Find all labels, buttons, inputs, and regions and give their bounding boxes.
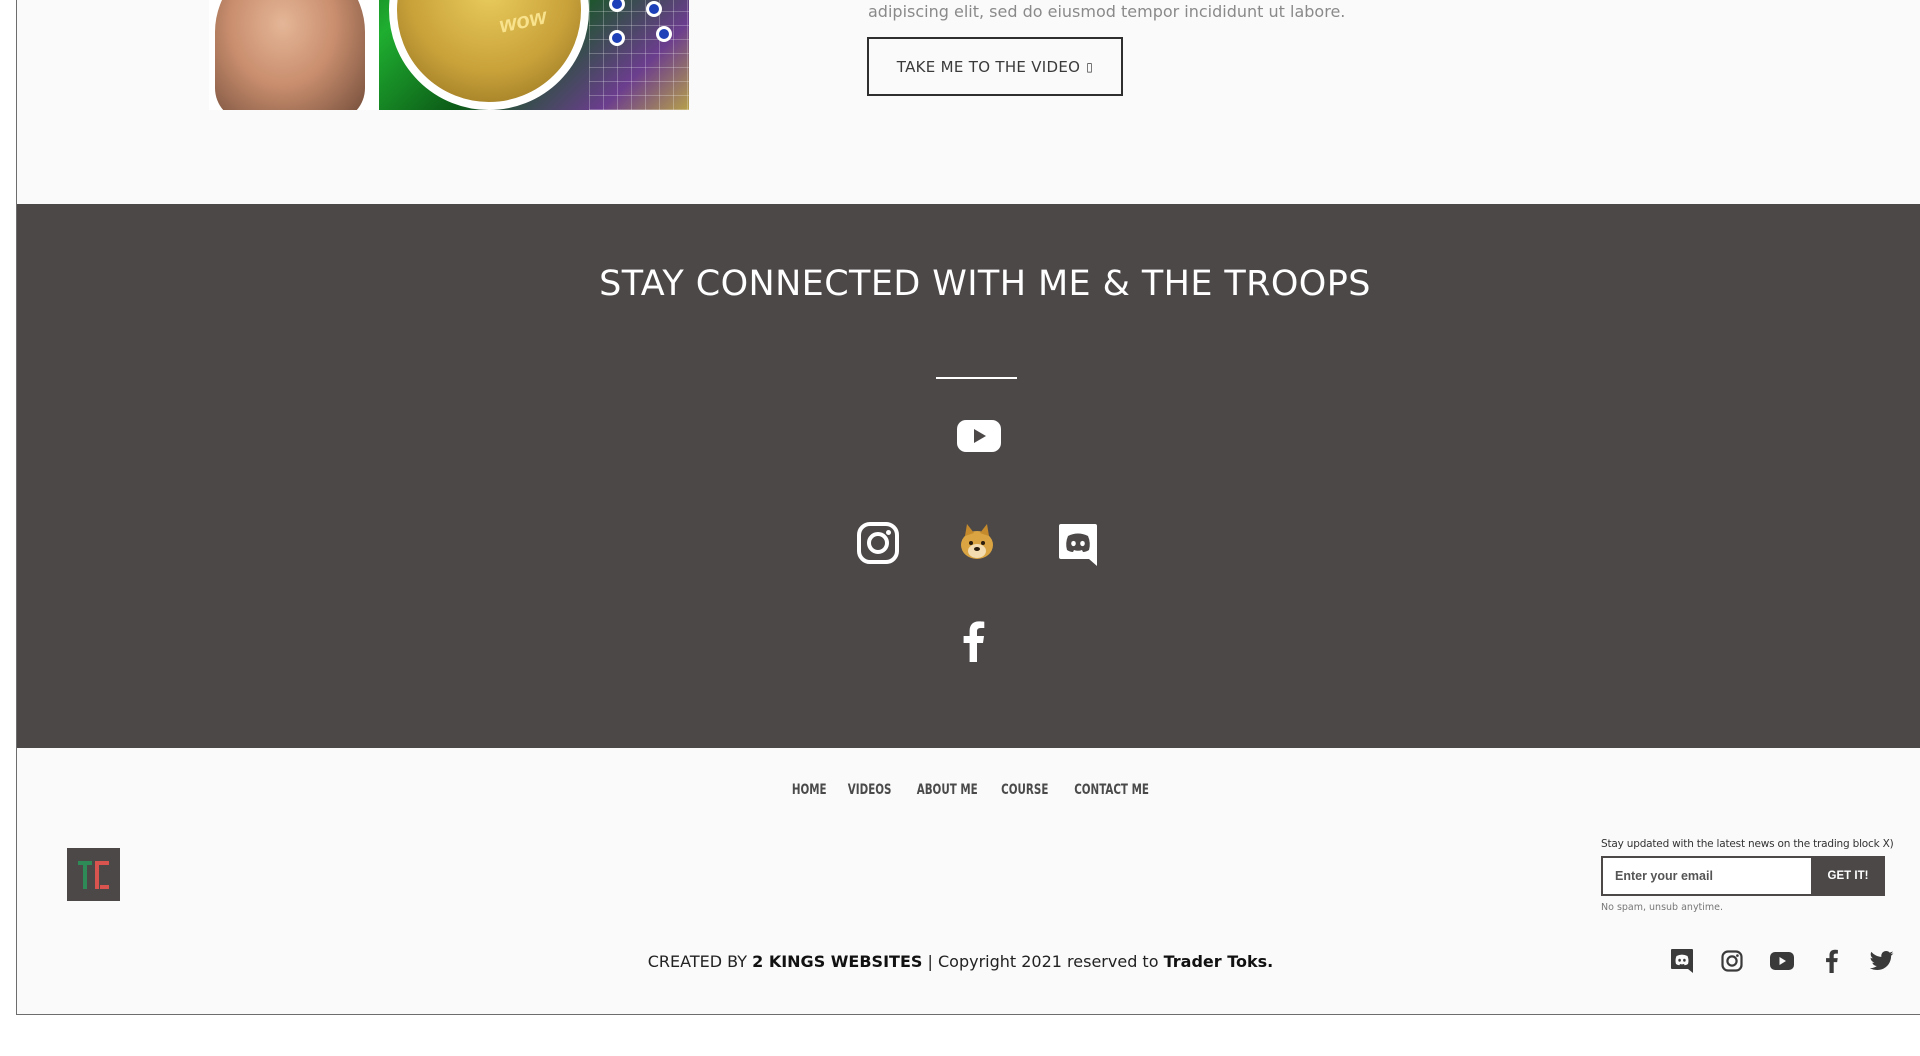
thumbnail-person: [215, 0, 365, 110]
newsletter-label: Stay updated with the latest news on the…: [1601, 838, 1894, 850]
email-field[interactable]: [1601, 856, 1811, 896]
nav-course[interactable]: COURSE: [1001, 782, 1048, 798]
discord-icon[interactable]: [1657, 948, 1707, 974]
nav-home[interactable]: HOME: [792, 782, 827, 798]
newsletter-input-row: GET IT!: [1601, 856, 1905, 896]
credits-prefix: CREATED BY: [647, 952, 748, 971]
thumbnail-chart-grid: [589, 0, 689, 110]
instagram-icon[interactable]: [857, 522, 899, 564]
thumbnail-dot: [646, 1, 662, 17]
promo-description: adipiscing elit, sed do eiusmod tempor i…: [868, 2, 1346, 21]
thumbnail-dot: [656, 26, 672, 42]
thumbnail-dot: [609, 30, 625, 46]
nav-videos[interactable]: VIDEOS: [847, 782, 891, 798]
twitter-icon[interactable]: [1857, 948, 1907, 974]
facebook-icon[interactable]: [1807, 948, 1857, 974]
discord-icon[interactable]: [1057, 522, 1099, 568]
site-logo[interactable]: [67, 848, 120, 901]
doge-icon[interactable]: [957, 522, 997, 562]
page-frame: wow adipiscing elit, sed do eiusmod temp…: [16, 0, 1920, 1015]
footer-nav: HOME VIDEOS ABOUT ME COURSE CONTACT ME: [17, 782, 1920, 798]
video-thumbnail[interactable]: wow: [209, 0, 689, 110]
newsletter-note: No spam, unsub anytime.: [1601, 902, 1724, 913]
youtube-icon[interactable]: [957, 420, 1001, 452]
credits-owner-link[interactable]: Trader Toks.: [1164, 952, 1274, 971]
credits-middle: | Copyright 2021 reserved to: [927, 952, 1159, 971]
get-it-button[interactable]: GET IT!: [1811, 856, 1885, 896]
instagram-icon[interactable]: [1707, 948, 1757, 974]
section-title: STAY CONNECTED WITH ME & THE TROOPS: [599, 264, 1371, 304]
stay-connected-section: STAY CONNECTED WITH ME & THE TROOPS: [17, 204, 1920, 748]
footer-social-icons: [1657, 948, 1907, 974]
newsletter-form: Stay updated with the latest news on the…: [1601, 838, 1905, 913]
credits-company-link[interactable]: 2 KINGS WEBSITES: [752, 952, 922, 971]
arrow-icon: ▯: [1086, 59, 1094, 74]
facebook-icon[interactable]: [959, 620, 989, 662]
youtube-icon[interactable]: [1757, 948, 1807, 974]
nav-contact-me[interactable]: CONTACT ME: [1074, 782, 1149, 798]
video-button-label: TAKE ME TO THE VIDEO: [896, 57, 1081, 76]
take-me-to-video-button[interactable]: TAKE ME TO THE VIDEO ▯: [867, 37, 1123, 96]
thumbnail-person-cutout: [209, 0, 379, 110]
nav-about-me[interactable]: ABOUT ME: [916, 782, 977, 798]
copyright-credits: CREATED BY 2 KINGS WEBSITES | Copyright …: [17, 952, 1912, 971]
title-divider: [936, 377, 1017, 379]
